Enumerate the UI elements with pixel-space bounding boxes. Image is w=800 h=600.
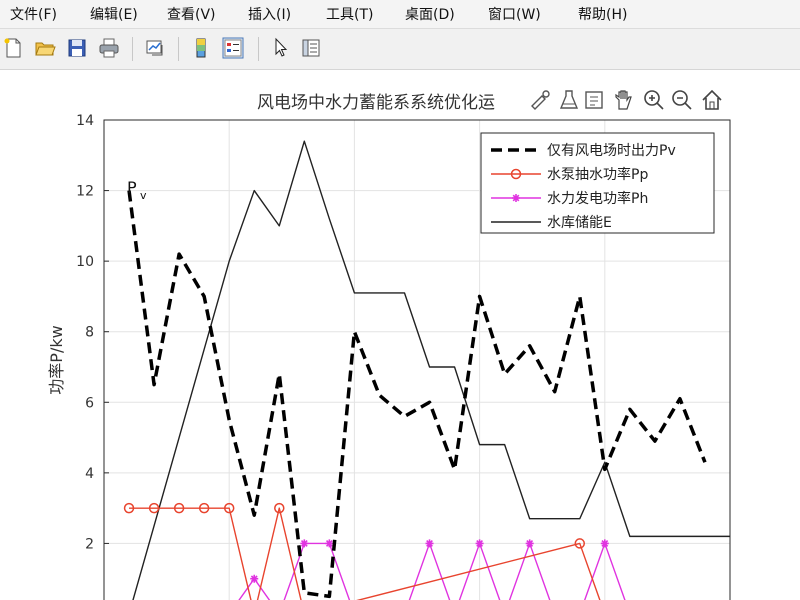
data-point-marker <box>300 539 309 548</box>
data-point-marker <box>475 539 484 548</box>
data-point-marker <box>600 539 609 548</box>
y-tick-label: 14 <box>76 113 94 129</box>
y-tick-label: 12 <box>76 184 94 200</box>
data-point-marker <box>250 574 259 583</box>
legend-label: 水力发电功率Ph <box>547 190 648 207</box>
data-point-marker <box>425 539 434 548</box>
annotation-label: P <box>127 178 137 197</box>
y-tick-label: 2 <box>85 536 94 552</box>
annotation-subscript: v <box>140 189 147 202</box>
pan-icon[interactable] <box>612 88 636 112</box>
y-tick-label: 10 <box>76 254 94 270</box>
legend-marker <box>512 194 520 202</box>
data-tips-icon[interactable] <box>558 88 582 112</box>
legend-label: 水泵抽水功率Pp <box>547 166 648 183</box>
zoom-out-icon[interactable] <box>670 88 694 112</box>
series-dashed <box>127 190 707 599</box>
brush-icon[interactable] <box>528 88 552 112</box>
home-icon[interactable] <box>700 88 724 112</box>
y-tick-label: 6 <box>85 395 94 411</box>
legend-label: 水库储能E <box>547 215 612 231</box>
data-point-marker <box>325 539 334 548</box>
series-line <box>127 190 707 599</box>
zoom-in-icon[interactable] <box>642 88 666 112</box>
rotate-icon[interactable] <box>582 88 606 112</box>
chart-title: 风电场中水力蓄能系系统优化运 <box>257 93 495 113</box>
legend: 仅有风电场时出力Pv 水泵抽水功率Pp 水力发电功率Ph 水库储能E <box>480 132 715 234</box>
y-tick-label: 8 <box>85 325 94 341</box>
data-point-marker <box>525 539 534 548</box>
y-axis-label: 功率P/kw <box>47 325 66 394</box>
legend-label: 仅有风电场时出力Pv <box>547 143 676 159</box>
y-tick-label: 4 <box>85 466 94 482</box>
